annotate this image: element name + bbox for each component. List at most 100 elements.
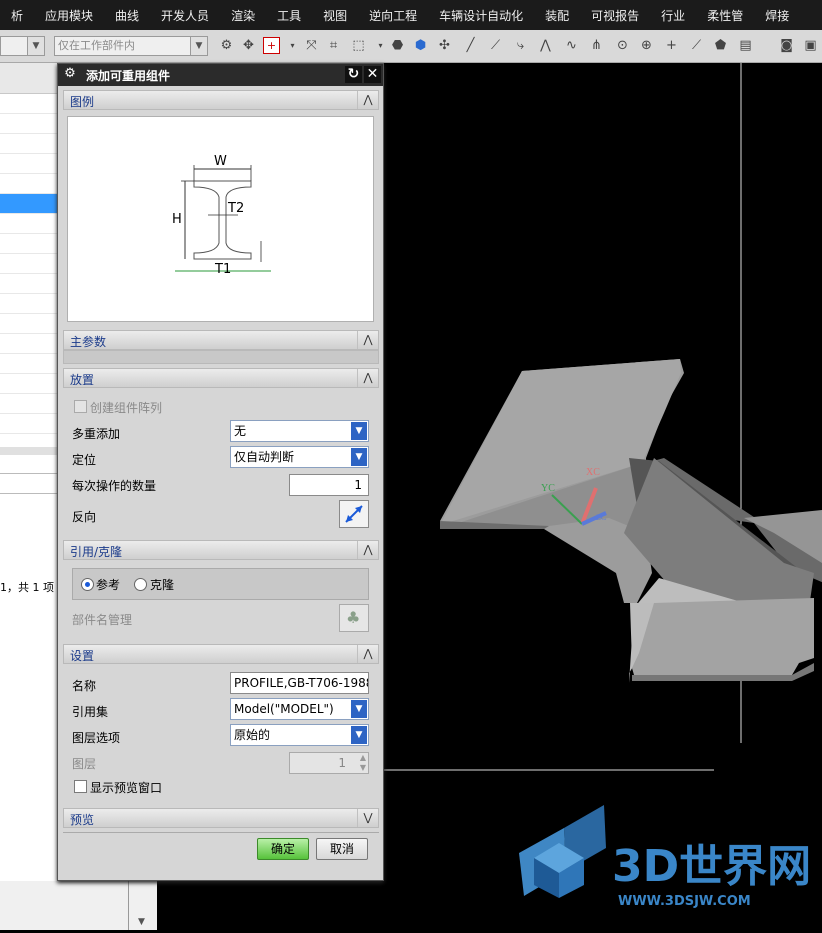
list-item[interactable] [0,254,60,274]
list-item[interactable] [0,174,60,194]
circle-center-icon[interactable]: ⊙ [614,37,631,54]
create-array-label: 创建组件阵列 [90,401,163,415]
chevron-up-icon[interactable]: ⋀ [357,369,378,387]
list-item[interactable] [0,154,60,174]
clone-radio[interactable] [134,578,147,591]
chevron-up-icon[interactable]: ⋀ [357,91,378,109]
menu-item-reverse-eng[interactable]: 逆向工程 [358,7,428,24]
refset-select[interactable]: Model("MODEL") ▼ [230,698,369,720]
polyline-icon[interactable]: ⋀ [537,37,554,54]
line-icon[interactable]: ╱ [462,37,479,54]
cancel-button[interactable]: 取消 [316,838,368,860]
reset-icon[interactable]: ↻ [345,66,362,83]
menu-item-vehicle-design[interactable]: 车辆设计自动化 [428,7,534,24]
list-item[interactable] [0,274,60,294]
divider [0,473,60,474]
spline-icon[interactable]: ∿ [563,37,580,54]
select-all-icon[interactable]: ⚙ [218,37,235,54]
layer-option-select[interactable]: 原始的 ▼ [230,724,369,746]
point-snap-icon[interactable]: + [263,37,280,54]
graphics-viewport[interactable]: XC YC ZC 3D世界网 WWW.3DSJW.COM [384,63,822,930]
list-item[interactable] [0,94,60,114]
ok-button[interactable]: 确定 [257,838,309,860]
dropdown-icon[interactable]: ▾ [372,37,389,54]
chevron-up-icon[interactable]: ⋀ [357,645,378,663]
scroll-down-icon[interactable]: ▼ [138,917,148,927]
chevron-up-icon[interactable]: ⋀ [357,541,378,559]
section-legend-header[interactable]: 图例 ⋀ [63,90,379,110]
box-select-icon[interactable]: ⬚ [350,37,367,54]
list-item[interactable] [0,334,60,354]
reference-radio[interactable] [81,578,94,591]
screenshot-icon[interactable]: ◙ [778,37,795,54]
create-array-checkbox[interactable] [74,400,87,413]
menu-item-application[interactable]: 应用模块 [34,7,104,24]
part-name-mgmt-button[interactable]: ♣ [339,604,369,632]
chevron-up-icon[interactable]: ⋀ [357,331,378,349]
reverse-direction-button[interactable] [339,500,369,528]
section-main-params-header[interactable]: 主参数 ⋀ [63,330,379,350]
menu-item-assembly[interactable]: 装配 [534,7,580,24]
window-icon[interactable]: ▣ [802,37,819,54]
section-reference-header[interactable]: 引用/克隆 ⋀ [63,540,379,560]
menu-item-flex-pipe[interactable]: 柔性管 [696,7,754,24]
dialog-title-bar[interactable]: ⚙ 添加可重用组件 ↻ ✕ [58,64,383,86]
gear-icon[interactable]: ⚙ [62,66,78,82]
axis-icon[interactable]: ✣ [436,37,453,54]
plus-icon[interactable]: + [663,37,680,54]
menu-item-tools[interactable]: 工具 [266,7,312,24]
position-select[interactable]: 仅自动判断 ▼ [230,446,369,468]
dropdown-icon[interactable]: ▾ [284,37,301,54]
menu-item-view[interactable]: 视图 [312,7,358,24]
horizontal-scrollbar[interactable] [0,447,60,455]
snap-icon[interactable]: ✥ [240,37,257,54]
scope-filter-combo[interactable]: 仅在工作部件内 ▼ [54,36,208,56]
menu-item-visual-report[interactable]: 可视报告 [580,7,650,24]
arc-icon[interactable]: ⤷ [512,37,529,54]
intersection-icon[interactable]: ⋔ [588,37,605,54]
list-item[interactable] [0,314,60,334]
close-icon[interactable]: ✕ [364,66,381,83]
list-item[interactable] [0,214,60,234]
count-input[interactable]: 1 [289,474,369,496]
line-points-icon[interactable]: ⟋ [487,37,504,54]
multi-add-select[interactable]: 无 ▼ [230,420,369,442]
show-preview-checkbox[interactable] [74,780,87,793]
section-placement-header[interactable]: 放置 ⋀ [63,368,379,388]
type-filter-combo[interactable]: ▼ [0,36,45,56]
menu-item-industry[interactable]: 行业 [650,7,696,24]
menu-item-curve[interactable]: 曲线 [104,7,150,24]
section-settings-header[interactable]: 设置 ⋀ [63,644,379,664]
list-item[interactable] [0,354,60,374]
layer-input[interactable]: 1 ▲ ▼ [289,752,369,774]
list-item[interactable] [0,234,60,254]
section-preview-header[interactable]: 预览 ⋁ [63,808,379,828]
list-item[interactable] [0,294,60,314]
list-item[interactable] [0,134,60,154]
multi-add-label: 多重添加 [72,427,121,441]
spinner-icon[interactable]: ▲ ▼ [360,753,366,773]
reference-clone-radio-group: 参考 克隆 [72,568,369,600]
list-item[interactable] [0,394,60,414]
menu-item-analysis[interactable]: 析 [0,7,34,24]
list-item[interactable] [0,414,60,434]
table-icon[interactable]: ▤ [737,37,754,54]
list-item-selected[interactable] [0,194,60,214]
arrange-icon[interactable]: ⌗ [325,37,342,54]
list-item[interactable] [0,114,60,134]
shape-icon[interactable]: ⬟ [712,37,729,54]
menu-item-weld[interactable]: 焊接 [754,7,800,24]
chevron-down-icon[interactable]: ⋁ [357,809,378,827]
cube-icon[interactable]: ⬢ [412,37,429,54]
list-item[interactable] [0,374,60,394]
count-value: 1 [354,478,362,492]
name-input[interactable]: PROFILE,GB-T706-1988 [230,672,369,694]
crosshair-icon[interactable]: ⊕ [638,37,655,54]
part-manager-icon: ♣ [346,608,361,627]
tangent-line-icon[interactable]: ⟋ [688,37,705,54]
refset-label: 引用集 [72,705,109,719]
solid-icon[interactable]: ⬣ [389,37,406,54]
menu-item-render[interactable]: 渲染 [220,7,266,24]
menu-item-developer[interactable]: 开发人员 [150,7,220,24]
move-icon[interactable]: ⤧ [303,37,320,54]
